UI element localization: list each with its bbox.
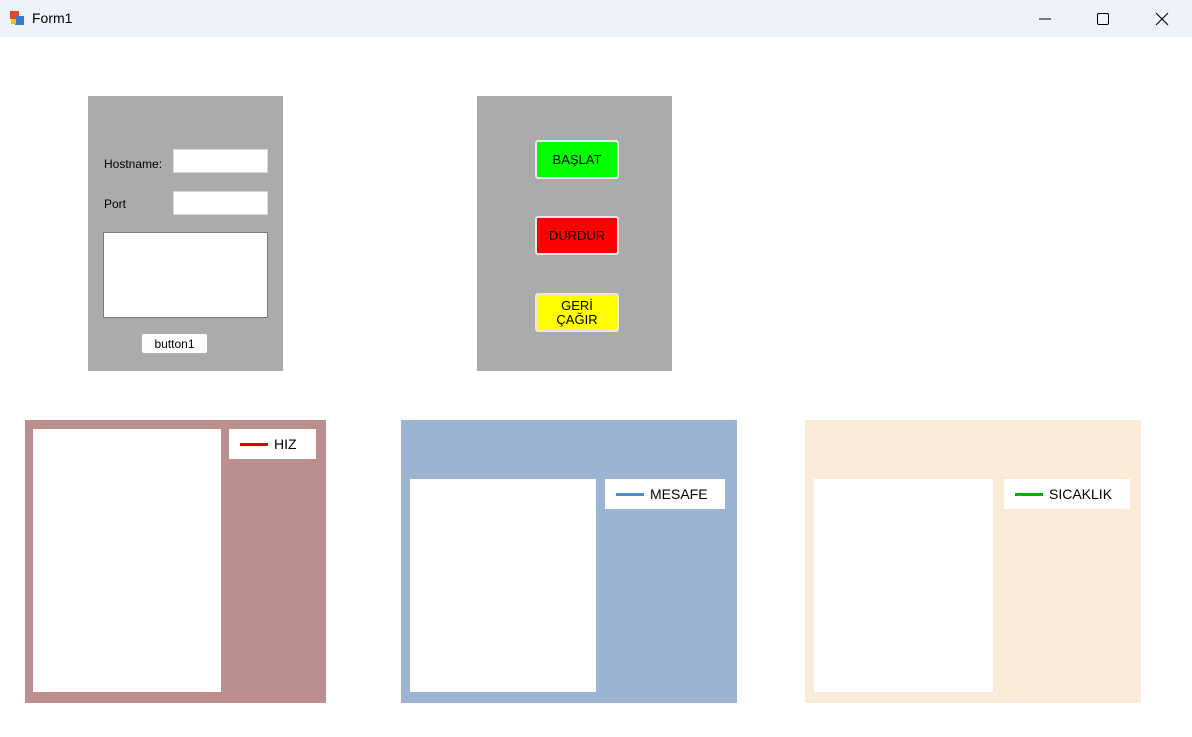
app-icon	[10, 11, 24, 25]
distance-legend-swatch	[616, 492, 644, 496]
connection-panel: Hostname: Port button1	[88, 96, 283, 371]
port-label: Port	[104, 197, 127, 211]
minimize-icon	[1039, 18, 1051, 20]
temperature-legend: SICAKLIK	[1004, 479, 1130, 509]
distance-plot-area	[410, 479, 596, 692]
port-input[interactable]	[173, 191, 268, 215]
speed-legend-swatch	[240, 442, 268, 446]
distance-legend-label: MESAFE	[650, 486, 708, 502]
temperature-chart: SICAKLIK	[805, 420, 1141, 703]
speed-legend-label: HIZ	[274, 436, 297, 452]
maximize-icon	[1097, 13, 1109, 25]
hostname-input[interactable]	[173, 149, 268, 173]
minimize-button[interactable]	[1022, 0, 1068, 37]
maximize-button[interactable]	[1080, 0, 1126, 37]
temperature-plot-area	[814, 479, 993, 692]
close-icon	[1155, 12, 1169, 26]
temperature-legend-label: SICAKLIK	[1049, 486, 1113, 502]
log-textbox[interactable]	[103, 232, 268, 318]
hostname-label: Hostname:	[104, 157, 163, 171]
recall-button[interactable]: GERİ ÇAĞIR	[535, 293, 619, 332]
button1[interactable]: button1	[141, 333, 208, 354]
stop-button[interactable]: DURDUR	[535, 216, 619, 255]
controls-panel: BAŞLAT DURDUR GERİ ÇAĞIR	[477, 96, 672, 371]
distance-legend: MESAFE	[605, 479, 725, 509]
distance-chart: MESAFE	[401, 420, 737, 703]
temperature-legend-swatch	[1015, 492, 1043, 496]
speed-legend: HIZ	[229, 429, 316, 459]
window-title: Form1	[32, 10, 73, 26]
speed-plot-area	[33, 429, 221, 692]
speed-chart: HIZ	[25, 420, 326, 703]
start-button[interactable]: BAŞLAT	[535, 140, 619, 179]
title-bar: Form1	[0, 0, 1192, 37]
close-button[interactable]	[1139, 0, 1185, 37]
